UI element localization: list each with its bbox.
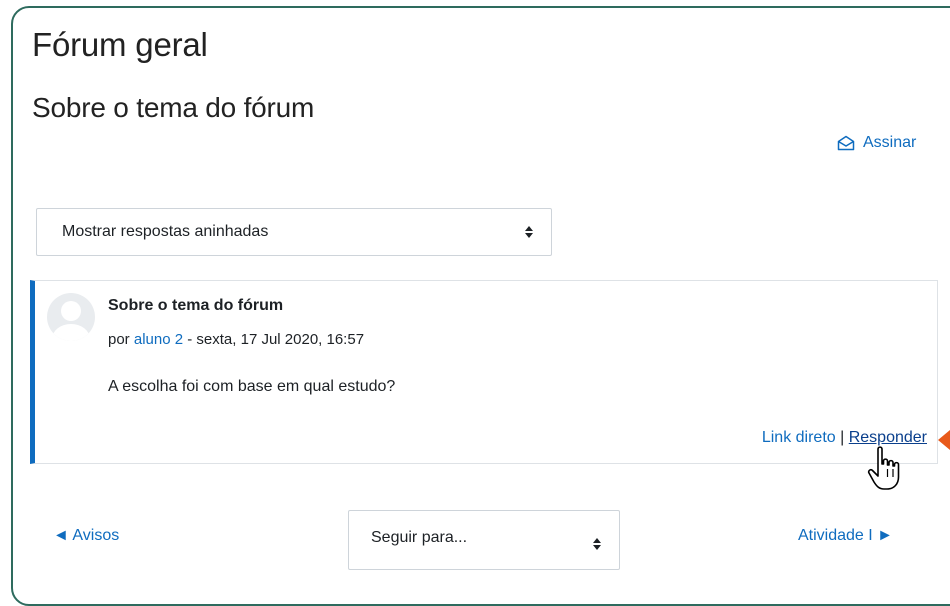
- discussion-title: Sobre o tema do fórum: [32, 92, 315, 123]
- select-caret-icon: [525, 226, 533, 238]
- jump-to-value: Seguir para...: [371, 529, 468, 546]
- hand-cursor-icon: [867, 446, 900, 490]
- post-message: A escolha foi com base em qual estudo?: [108, 378, 396, 395]
- jump-to-select[interactable]: Seguir para...: [348, 510, 620, 570]
- forum-post: Sobre o tema do fórum por aluno 2 - sext…: [30, 280, 938, 464]
- subscribe-button[interactable]: Assinar: [837, 134, 916, 152]
- display-mode-select[interactable]: Mostrar respostas aninhadas: [36, 208, 552, 256]
- byline-prefix: por: [108, 331, 134, 348]
- next-activity-link[interactable]: Atividade I ►: [798, 527, 893, 545]
- author-link[interactable]: aluno 2: [134, 331, 183, 348]
- previous-activity-link[interactable]: ◄ Avisos: [53, 527, 119, 545]
- display-mode-value: Mostrar respostas aninhadas: [62, 223, 269, 240]
- select-caret-icon: [593, 538, 601, 550]
- permalink-link[interactable]: Link direto: [762, 429, 836, 446]
- post-byline: por aluno 2 - sexta, 17 Jul 2020, 16:57: [108, 331, 364, 348]
- avatar: [47, 293, 95, 341]
- page-title: Fórum geral: [32, 26, 208, 63]
- post-date: - sexta, 17 Jul 2020, 16:57: [183, 331, 365, 348]
- subscribe-label: Assinar: [863, 134, 917, 151]
- reply-link[interactable]: Responder: [849, 429, 927, 446]
- post-subject: Sobre o tema do fórum: [108, 297, 284, 314]
- envelope-open-icon: [837, 135, 855, 151]
- callout-arrow-icon: [938, 430, 950, 450]
- action-separator: |: [835, 429, 849, 446]
